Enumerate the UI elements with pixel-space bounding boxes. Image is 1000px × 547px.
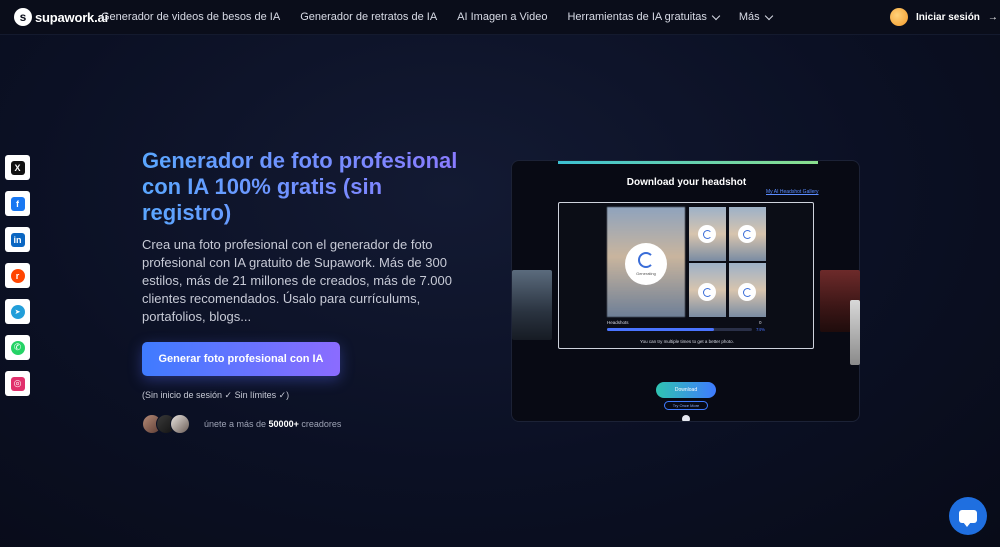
avatar xyxy=(170,414,190,434)
share-whatsapp-button[interactable]: ✆ xyxy=(5,335,30,360)
progress-bar xyxy=(607,328,752,331)
generating-label: Generating xyxy=(636,271,656,276)
page-title: Generador de foto profesional con IA 100… xyxy=(142,148,462,226)
preview-hint: You can try multiple times to get a bett… xyxy=(640,339,734,344)
share-facebook-button[interactable]: f xyxy=(5,191,30,216)
whatsapp-icon: ✆ xyxy=(10,340,25,355)
generate-headshot-button[interactable]: Generar foto profesional con IA xyxy=(142,342,340,376)
nav-link-more[interactable]: Más xyxy=(738,11,773,23)
creators-text: únete a más de 50000+ creadores xyxy=(204,419,341,429)
chevron-down-icon xyxy=(711,11,721,20)
creators-prefix: únete a más de xyxy=(204,419,269,429)
share-linkedin-button[interactable]: in xyxy=(5,227,30,252)
nav-link-free-tools[interactable]: Herramientas de IA gratuitas xyxy=(567,11,721,23)
generation-panel: Generating Headshots 0 74% You can try m… xyxy=(558,202,814,349)
spinner-icon xyxy=(638,252,654,268)
gallery-link[interactable]: My AI Headshot Gallery xyxy=(766,189,819,195)
instagram-icon: ◎ xyxy=(10,376,25,391)
logo-icon: s xyxy=(14,8,32,26)
preview-title: Download your headshot xyxy=(626,177,747,188)
chat-icon xyxy=(959,509,977,527)
share-x-button[interactable]: X xyxy=(5,155,30,180)
sample-photo xyxy=(512,270,552,340)
progress-percent: 74% xyxy=(756,327,766,332)
generating-spinner: Generating xyxy=(625,243,667,285)
login-button[interactable]: Iniciar sesión → xyxy=(890,8,998,26)
share-instagram-button[interactable]: ◎ xyxy=(5,371,30,396)
share-reddit-button[interactable]: r xyxy=(5,263,30,288)
nav-link-kiss-video[interactable]: Generador de videos de besos de IA xyxy=(101,11,280,23)
linkedin-icon: in xyxy=(10,232,25,247)
social-share-bar: X f in r ➤ ✆ ◎ xyxy=(5,155,30,396)
avatar-icon xyxy=(890,8,908,26)
share-telegram-button[interactable]: ➤ xyxy=(5,299,30,324)
spinner-icon xyxy=(738,283,756,301)
chevron-down-icon xyxy=(764,11,773,20)
logo[interactable]: s supawork.ai xyxy=(14,8,108,26)
cta-note: (Sin inicio de sesión ✓ Sin límites ✓) xyxy=(142,390,290,400)
headshot-preview: Download your headshot My AI Headshot Ga… xyxy=(511,160,860,422)
top-nav: s supawork.ai Generador de videos de bes… xyxy=(0,0,1000,35)
sample-photo xyxy=(850,300,860,365)
cursor-dot xyxy=(682,415,690,421)
headshots-count: 0 xyxy=(759,320,762,325)
facebook-icon: f xyxy=(10,196,25,211)
nav-link-label: Herramientas de IA gratuitas xyxy=(567,11,707,23)
nav-link-label: AI Imagen a Video xyxy=(457,11,548,23)
nav-link-image-to-video[interactable]: AI Imagen a Video xyxy=(457,11,547,23)
spinner-icon xyxy=(698,225,716,243)
creators-suffix: creadores xyxy=(298,419,342,429)
creators-count: 50000+ xyxy=(268,419,299,429)
reddit-icon: r xyxy=(10,268,25,283)
arrow-right-icon: → xyxy=(987,11,998,23)
progress-fill xyxy=(607,328,715,331)
telegram-icon: ➤ xyxy=(10,304,25,319)
hero-description: Crea una foto profesional con el generad… xyxy=(142,237,453,324)
chat-button[interactable] xyxy=(949,497,987,535)
logo-text: supawork.ai xyxy=(35,9,108,25)
headshots-label: Headshots xyxy=(607,320,629,325)
login-label: Iniciar sesión xyxy=(916,11,980,23)
spinner-icon xyxy=(738,225,756,243)
download-button[interactable]: Download xyxy=(656,382,716,398)
nav-link-portraits[interactable]: Generador de retratos de IA xyxy=(300,11,437,23)
creators-row: únete a más de 50000+ creadores xyxy=(142,414,341,434)
nav-links: Generador de videos de besos de IA Gener… xyxy=(101,11,773,23)
spinner-icon xyxy=(698,283,716,301)
x-icon: X xyxy=(10,160,25,175)
nav-link-label: Más xyxy=(738,11,760,23)
nav-link-label: Generador de videos de besos de IA xyxy=(101,11,281,23)
try-again-button[interactable]: Try Once More xyxy=(664,401,708,410)
preview-progress-strip xyxy=(558,161,818,164)
nav-link-label: Generador de retratos de IA xyxy=(300,11,438,23)
